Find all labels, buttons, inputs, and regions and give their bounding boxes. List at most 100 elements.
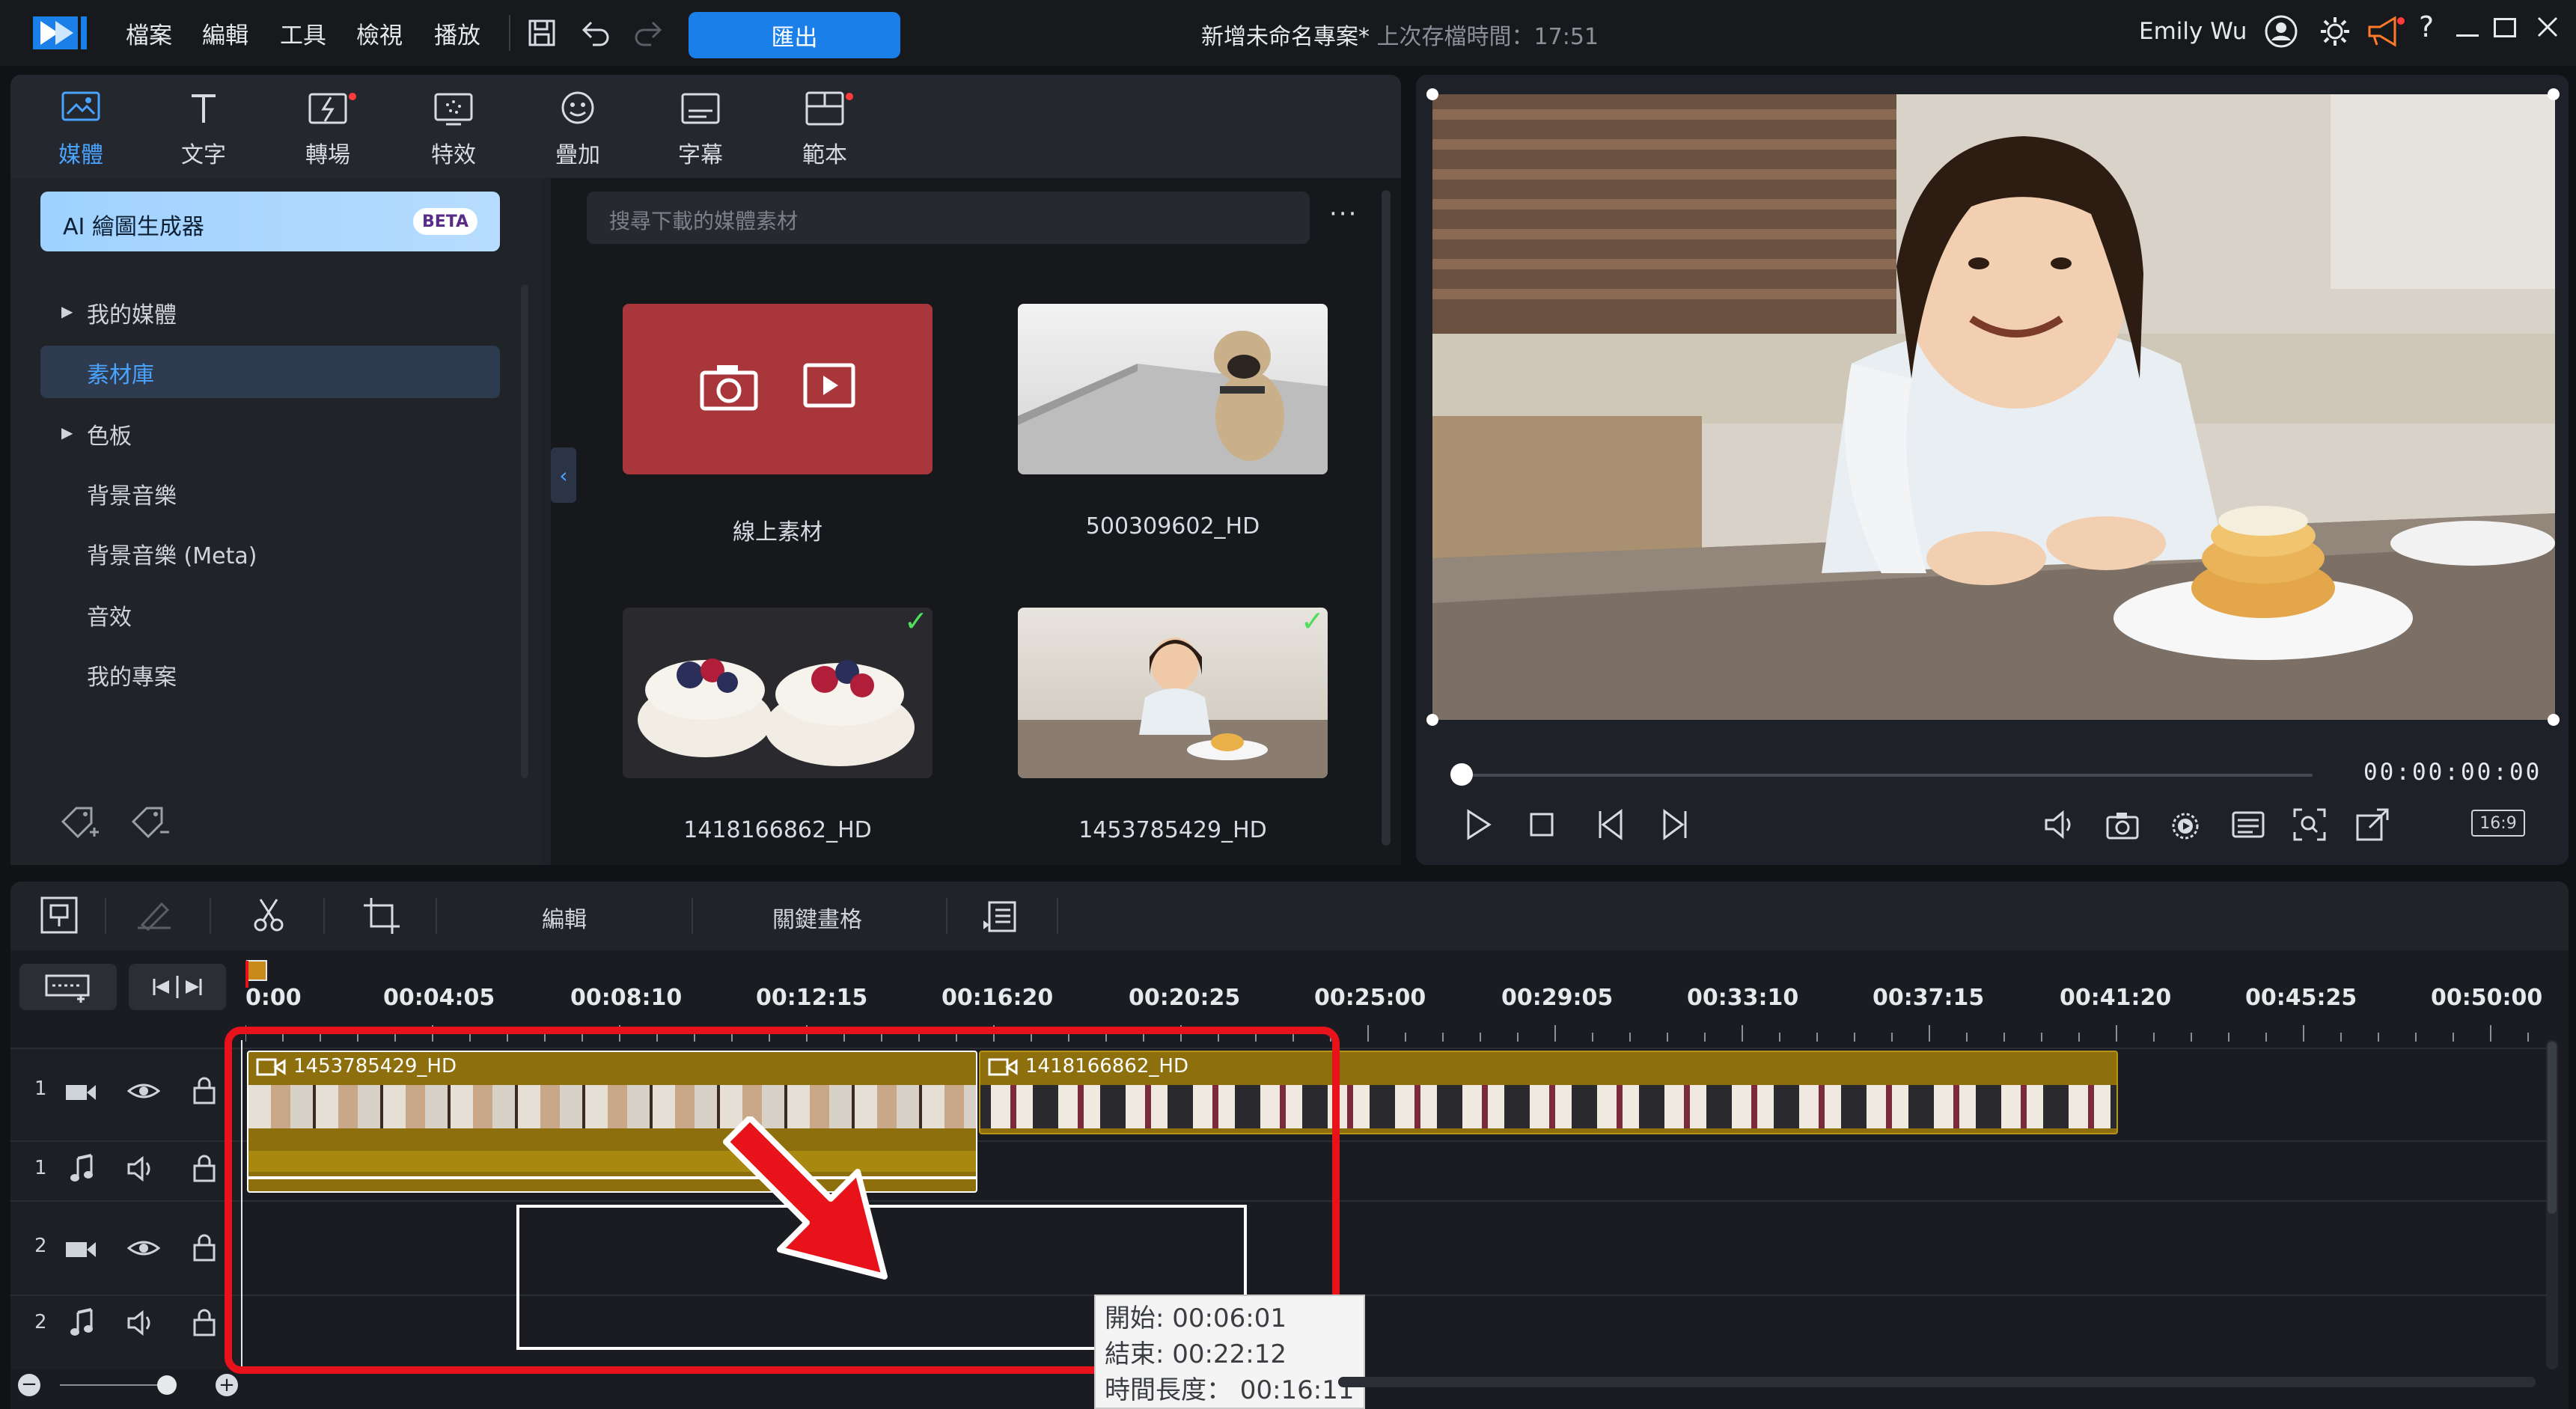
more-options-button[interactable]: ··· bbox=[1329, 199, 1358, 229]
project-name: 新增未命名專案* bbox=[1201, 24, 1370, 50]
menu-file[interactable]: 檔案 bbox=[126, 16, 172, 50]
stop-icon[interactable] bbox=[1524, 807, 1560, 843]
undo-icon[interactable] bbox=[579, 18, 611, 48]
undock-preview-icon[interactable] bbox=[2354, 807, 2390, 843]
tab-label: 特效 bbox=[431, 142, 476, 168]
snapshot-camera-icon[interactable] bbox=[2105, 807, 2140, 843]
tree-item-color-boards[interactable]: 色板 bbox=[87, 418, 132, 450]
resize-handle[interactable] bbox=[2548, 88, 2560, 100]
track-mute-speaker-icon[interactable] bbox=[127, 1309, 160, 1336]
media-thumb-girl[interactable] bbox=[1018, 608, 1328, 778]
expand-arrow-icon[interactable]: ▶ bbox=[61, 302, 73, 320]
menu-tools[interactable]: 工具 bbox=[280, 16, 326, 50]
menu-play[interactable]: 播放 bbox=[434, 16, 480, 50]
next-frame-icon[interactable] bbox=[1655, 807, 1691, 843]
volume-icon[interactable] bbox=[2042, 807, 2078, 843]
media-scrollbar[interactable] bbox=[1382, 190, 1391, 846]
user-name[interactable]: Emily Wu bbox=[2139, 18, 2247, 45]
announcement-megaphone-icon[interactable] bbox=[2365, 15, 2405, 48]
fit-timeline-button[interactable] bbox=[129, 964, 226, 1010]
menu-view[interactable]: 檢視 bbox=[356, 16, 403, 50]
tree-item-my-projects[interactable]: 我的專案 bbox=[87, 658, 177, 691]
subtitle-preview-icon[interactable] bbox=[2230, 807, 2266, 843]
split-scissors-icon[interactable] bbox=[250, 896, 287, 934]
track-mute-speaker-icon[interactable] bbox=[127, 1155, 160, 1182]
play-icon[interactable] bbox=[1459, 807, 1495, 843]
track-lock-icon[interactable] bbox=[192, 1076, 217, 1106]
tooltip-end: 結束: 00:22:12 bbox=[1105, 1339, 1287, 1369]
remove-tag-icon[interactable] bbox=[129, 802, 171, 841]
playback-scrubber[interactable] bbox=[1450, 763, 1473, 786]
menu-edit[interactable]: 編輯 bbox=[202, 16, 248, 50]
expand-arrow-icon[interactable]: ▶ bbox=[61, 424, 73, 441]
ai-image-generator-button[interactable]: AI 繪圖生成器 BETA bbox=[40, 192, 500, 251]
help-icon[interactable]: ? bbox=[2419, 10, 2434, 43]
subtitle-list-icon[interactable] bbox=[982, 898, 1019, 935]
zoom-slider-knob[interactable] bbox=[157, 1375, 177, 1395]
save-icon[interactable] bbox=[527, 18, 557, 48]
redo-icon[interactable] bbox=[633, 18, 665, 48]
keyframe-button[interactable]: 關鍵畫格 bbox=[772, 901, 862, 934]
timeline-edit-button[interactable]: 編輯 bbox=[542, 901, 587, 934]
track-visibility-eye-icon[interactable] bbox=[127, 1079, 160, 1103]
tree-item-stock-library[interactable]: 素材庫 bbox=[87, 356, 154, 389]
aspect-ratio-button[interactable]: 16:9 bbox=[2471, 810, 2525, 837]
crop-icon[interactable] bbox=[362, 896, 401, 935]
tab-text[interactable]: 文字 bbox=[159, 88, 248, 169]
track-number: 2 bbox=[34, 1235, 47, 1257]
export-button[interactable]: 匯出 bbox=[689, 12, 900, 58]
resize-handle[interactable] bbox=[1426, 714, 1438, 726]
cakes-photo bbox=[638, 658, 915, 766]
tab-transition[interactable]: 轉場 bbox=[283, 88, 373, 169]
settings-gear-icon[interactable] bbox=[2319, 15, 2351, 48]
playback-timecode: 00:00:00:00 bbox=[2363, 759, 2542, 786]
preview-video-frame[interactable] bbox=[1432, 94, 2555, 720]
maximize-icon[interactable] bbox=[2494, 18, 2516, 37]
add-tag-icon[interactable] bbox=[58, 802, 100, 841]
playback-progress-bar[interactable] bbox=[1461, 774, 2313, 777]
track-manager-button[interactable] bbox=[19, 964, 117, 1010]
select-tool-icon[interactable] bbox=[39, 895, 79, 935]
media-label: 500309602_HD bbox=[1085, 513, 1260, 540]
ruler-tick-label: 00:16:20 bbox=[941, 985, 1054, 1011]
transition-icon bbox=[305, 88, 350, 129]
track-visibility-eye-icon[interactable] bbox=[127, 1236, 160, 1260]
preview-quality-icon[interactable] bbox=[2167, 807, 2203, 843]
timeline-horizontal-scrollbar[interactable] bbox=[1338, 1377, 2536, 1387]
timeline-vertical-scroll-thumb[interactable] bbox=[2548, 1042, 2557, 1214]
close-icon[interactable] bbox=[2533, 12, 2563, 42]
collapse-panel-button[interactable]: ‹ bbox=[551, 447, 576, 503]
previous-frame-icon[interactable] bbox=[1594, 807, 1630, 843]
tree-item-my-media[interactable]: 我的媒體 bbox=[87, 296, 177, 329]
media-search-input[interactable]: 搜尋下載的媒體素材 bbox=[587, 192, 1310, 244]
zoom-out-icon[interactable]: − bbox=[18, 1374, 40, 1396]
minimize-icon[interactable] bbox=[2456, 34, 2479, 37]
toolbar-divider bbox=[210, 898, 211, 934]
library-tabs: 媒體 文字 轉場 特效 疊加 字幕 範本 bbox=[10, 75, 1401, 178]
account-icon[interactable] bbox=[2263, 13, 2299, 49]
track-lock-icon[interactable] bbox=[192, 1154, 217, 1184]
media-thumb-pug[interactable] bbox=[1018, 304, 1328, 474]
track-lock-icon[interactable] bbox=[192, 1308, 217, 1338]
tree-item-background-music-meta[interactable]: 背景音樂 (Meta) bbox=[87, 537, 257, 570]
edit-pen-icon[interactable] bbox=[132, 895, 177, 935]
tree-item-sound-effects[interactable]: 音效 bbox=[87, 599, 132, 632]
zoom-slider-track[interactable] bbox=[60, 1384, 172, 1386]
zoom-preview-icon[interactable] bbox=[2292, 807, 2328, 843]
resize-handle[interactable] bbox=[1426, 88, 1438, 100]
tab-overlay[interactable]: 疊加 bbox=[533, 88, 623, 169]
track-lock-icon[interactable] bbox=[192, 1233, 217, 1263]
tab-effects[interactable]: 特效 bbox=[409, 88, 498, 169]
tab-media[interactable]: 媒體 bbox=[36, 88, 126, 169]
playhead-marker-icon[interactable] bbox=[244, 958, 274, 988]
media-thumb-online[interactable] bbox=[623, 304, 933, 474]
media-thumb-cakes[interactable] bbox=[623, 608, 933, 778]
toolbar-divider bbox=[436, 898, 437, 934]
tree-scrollbar[interactable] bbox=[521, 284, 528, 778]
toolbar-divider bbox=[946, 898, 947, 934]
tab-subtitles[interactable]: 字幕 bbox=[656, 88, 745, 169]
tab-template[interactable]: 範本 bbox=[780, 88, 870, 169]
resize-handle[interactable] bbox=[2548, 714, 2560, 726]
tree-item-background-music[interactable]: 背景音樂 bbox=[87, 477, 177, 510]
zoom-in-icon[interactable]: + bbox=[216, 1374, 238, 1396]
